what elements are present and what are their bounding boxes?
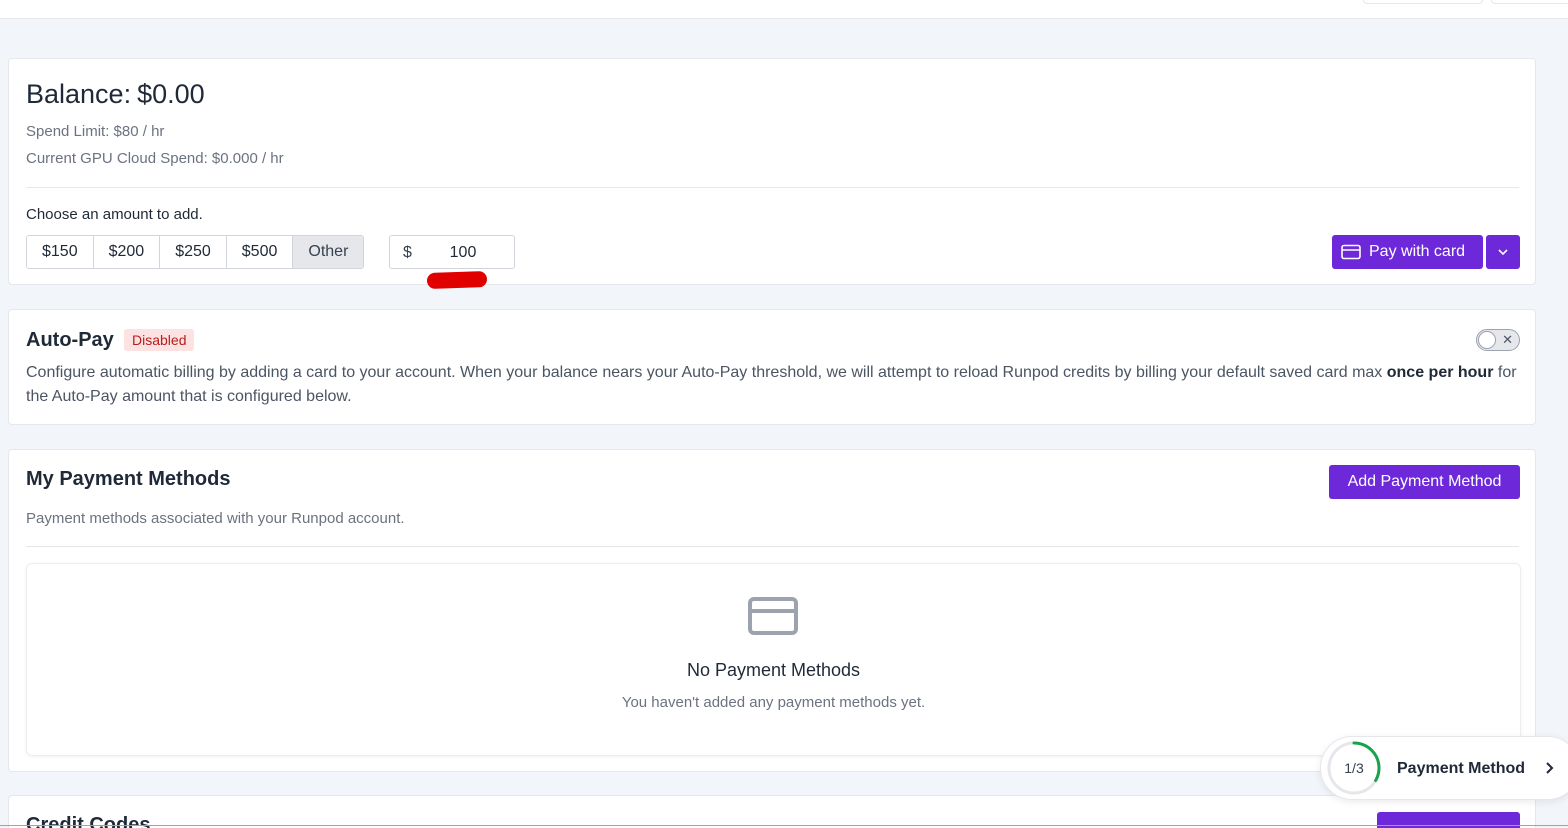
autopay-description: Configure automatic billing by adding a … bbox=[26, 361, 1521, 409]
onboarding-progress[interactable]: 1/3 Payment Method bbox=[1320, 736, 1568, 800]
bottom-border bbox=[0, 825, 1568, 826]
onboarding-label: Payment Method bbox=[1397, 760, 1526, 777]
amount-options: $150 $200 $250 $500 Other bbox=[26, 235, 365, 269]
top-bar-button[interactable] bbox=[1491, 0, 1568, 4]
close-icon: ✕ bbox=[1502, 332, 1513, 347]
pay-with-card-label: Pay with card bbox=[1369, 243, 1466, 260]
autopay-card: Auto-Pay Disabled ✕ Configure automatic … bbox=[8, 309, 1536, 425]
onboarding-step: 1/3 bbox=[1344, 760, 1364, 776]
autopay-desc-before: Configure automatic billing by adding a … bbox=[26, 364, 1387, 381]
currency-symbol: $ bbox=[403, 244, 412, 261]
autopay-desc-bold: once per hour bbox=[1386, 364, 1494, 381]
payment-methods-title: My Payment Methods bbox=[26, 468, 231, 490]
empty-state: No Payment Methods You haven't added any… bbox=[26, 563, 1521, 756]
balance-heading: Balance: $0.00 bbox=[26, 79, 205, 110]
credit-codes-card: Credit Codes bbox=[8, 795, 1536, 828]
status-badge: Disabled bbox=[124, 329, 195, 351]
amount-option-other[interactable]: Other bbox=[293, 236, 364, 268]
choose-amount-label: Choose an amount to add. bbox=[26, 206, 203, 223]
empty-state-subtitle: You haven't added any payment methods ye… bbox=[621, 694, 926, 711]
custom-amount-input[interactable]: $ 100 bbox=[389, 235, 515, 269]
divider bbox=[26, 187, 1519, 188]
amount-option-200[interactable]: $200 bbox=[93, 236, 161, 268]
empty-state-title: No Payment Methods bbox=[686, 660, 861, 680]
custom-amount-value: 100 bbox=[449, 244, 477, 261]
top-bar-button[interactable] bbox=[1363, 0, 1483, 4]
amount-option-500[interactable]: $500 bbox=[226, 236, 294, 268]
balance-label: Balance: bbox=[26, 79, 132, 109]
add-payment-method-button[interactable]: Add Payment Method bbox=[1329, 465, 1520, 499]
credit-card-icon bbox=[1341, 244, 1361, 260]
spend-limit: Spend Limit: $80 / hr bbox=[26, 123, 165, 140]
payment-methods-subtitle: Payment methods associated with your Run… bbox=[26, 510, 405, 527]
credit-card-icon bbox=[748, 597, 798, 635]
toggle-knob bbox=[1478, 331, 1496, 349]
pay-with-card-button[interactable]: Pay with card bbox=[1332, 235, 1483, 269]
chevron-right-icon bbox=[1546, 762, 1554, 774]
balance-card: Balance: $0.00 Spend Limit: $80 / hr Curr… bbox=[8, 58, 1536, 290]
top-bar bbox=[0, 0, 1568, 19]
red-annotation-mark bbox=[426, 270, 488, 290]
pay-options-dropdown[interactable] bbox=[1486, 235, 1520, 269]
amount-option-150[interactable]: $150 bbox=[27, 236, 94, 268]
payment-methods-card: My Payment Methods Add Payment Method Pa… bbox=[8, 449, 1536, 772]
autopay-toggle[interactable]: ✕ bbox=[1476, 329, 1520, 351]
gpu-cloud-spend: Current GPU Cloud Spend: $0.000 / hr bbox=[26, 150, 284, 167]
autopay-title: Auto-Pay bbox=[26, 329, 114, 351]
balance-amount: $0.00 bbox=[137, 79, 205, 109]
amount-option-250[interactable]: $250 bbox=[160, 236, 227, 268]
chevron-down-icon bbox=[1498, 249, 1508, 256]
divider bbox=[26, 546, 1519, 547]
